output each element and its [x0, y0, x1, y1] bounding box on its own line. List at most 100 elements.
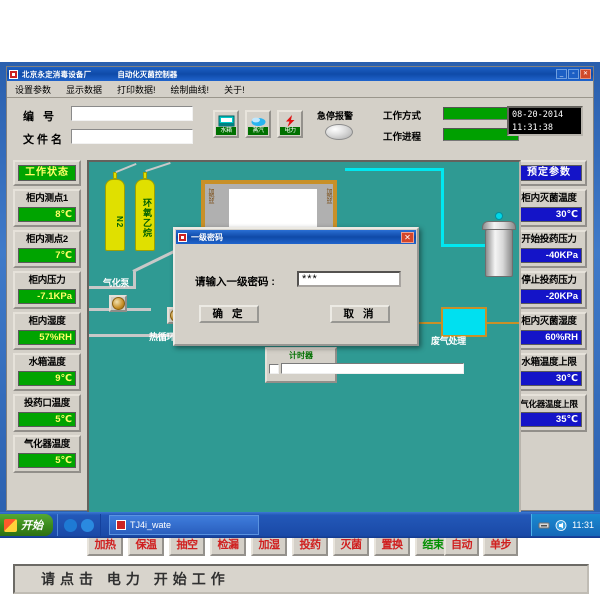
window-title-factory: 北京永定消毒设备厂: [22, 69, 92, 79]
emergency-stop-label: 急停报警: [317, 111, 354, 121]
window-title-app: 自动化灭菌控制器: [117, 69, 178, 79]
gauge-water-tank-temp: 水箱温度 9℃: [13, 353, 81, 391]
preset-label: 水箱温度上限: [521, 357, 577, 368]
timer-checkbox[interactable]: [269, 363, 279, 374]
taskbar-window-label: TJ4i_wate: [130, 520, 172, 530]
eo-cylinder-neck: [143, 172, 147, 179]
menu-item-draw-curve[interactable]: 绘制曲线!: [167, 82, 221, 97]
preset-panel-header: 预定参数: [511, 160, 587, 186]
gauge-chamber-point1: 柜内测点1 8℃: [13, 189, 81, 227]
preset-dosing-start-pressure: 开始投药压力 -40KPa: [511, 230, 587, 268]
main-application-window: 北京永定消毒设备厂 自动化灭菌控制器 _ ▫ ✕ 设置参数 显示数据 打印数据!…: [6, 66, 594, 594]
explorer-icon[interactable]: [81, 518, 94, 532]
cyan-pipe-vertical: [441, 168, 444, 246]
gauge-chamber-humidity: 柜内湿度 57%RH: [13, 312, 81, 350]
dialog-ok-button[interactable]: 确 定: [199, 305, 259, 323]
exhaust-treatment-unit: [441, 307, 487, 337]
taskbar-window-button[interactable]: TJ4i_wate: [109, 515, 259, 535]
tray-clock[interactable]: 11:31: [572, 520, 594, 530]
minimize-button[interactable]: _: [556, 69, 567, 79]
preset-dosing-stop-pressure: 停止投药压力 -20KPa: [511, 271, 587, 309]
menu-item-about[interactable]: 关于!: [220, 82, 256, 97]
vaporizer-pump-label: 气化泵: [103, 278, 130, 288]
window-titlebar[interactable]: 北京永定消毒设备厂 自动化灭菌控制器 _ ▫ ✕: [7, 67, 593, 81]
window-controls: _ ▫ ✕: [556, 69, 591, 79]
password-input[interactable]: ***: [297, 271, 401, 287]
password-prompt-label: 请输入一级密码 :: [195, 276, 275, 288]
gauge-chamber-point2: 柜内测点2 7℃: [13, 230, 81, 268]
desktop: 北京永定消毒设备厂 自动化灭菌控制器 _ ▫ ✕ 设置参数 显示数据 打印数据!…: [0, 0, 600, 600]
gauge-label: 投药口温度: [23, 398, 70, 409]
preset-value: -20KPa: [516, 289, 582, 304]
work-progress-label: 工作进程: [383, 132, 422, 143]
browser-icon[interactable]: [64, 518, 77, 532]
number-input[interactable]: [71, 106, 193, 121]
menu-item-print-data[interactable]: 打印数据!: [113, 82, 167, 97]
cyan-pipe-horizontal: [441, 244, 485, 247]
dialog-titlebar[interactable]: 一级密码 ✕: [176, 230, 416, 244]
preset-value: 60%RH: [516, 330, 582, 345]
n2-pipe: [115, 162, 137, 174]
n2-cylinder-neck: [113, 172, 117, 179]
timer-label: 计时器: [289, 351, 313, 360]
gauge-value: -7.1KPa: [18, 289, 76, 304]
boiler-valve-knob[interactable]: [495, 212, 503, 220]
gauge-label: 柜内测点1: [26, 193, 68, 204]
preset-sterilize-humidity: 柜内灭菌湿度 60%RH: [511, 312, 587, 350]
timer-widget: 计时器: [265, 347, 464, 383]
preset-vaporizer-temp-limit: 气化器温度上限 35℃: [511, 394, 587, 432]
preset-water-tank-temp-limit: 水箱温度上限 30℃: [511, 353, 587, 391]
menubar: 设置参数 显示数据 打印数据! 绘制曲线! 关于!: [7, 81, 593, 98]
preset-label: 气化器温度上限: [520, 399, 578, 409]
start-button-label: 开始: [21, 520, 43, 532]
dialog-close-button[interactable]: ✕: [401, 231, 414, 243]
date-text: 08-20-2014: [512, 110, 564, 120]
work-mode-label: 工作方式: [383, 111, 422, 122]
gauge-value: 5℃: [18, 412, 76, 427]
close-button[interactable]: ✕: [580, 69, 591, 79]
dialog-cancel-button[interactable]: 取 消: [330, 305, 390, 323]
gauge-label: 柜内湿度: [28, 316, 66, 327]
exhaust-treatment-label: 废气处理: [431, 336, 466, 346]
power-icon: [282, 114, 299, 127]
start-button[interactable]: 开始: [0, 514, 53, 536]
power-caption: 电力: [280, 126, 300, 135]
timer-input[interactable]: [281, 363, 464, 374]
preset-label: 柜内灭菌湿度: [521, 316, 577, 327]
gauge-label: 水箱温度: [28, 357, 66, 368]
pipe-riser-1: [133, 272, 136, 289]
menu-item-show-data[interactable]: 显示数据: [62, 82, 113, 97]
password-dialog: 一级密码 ✕ 请输入一级密码 : *** 确 定 取 消: [173, 227, 419, 346]
steam-caption: 蒸汽: [248, 126, 268, 135]
system-tray: 11:31: [531, 514, 600, 536]
boiler-tank: [485, 229, 513, 277]
pipe-diag-1: [132, 249, 176, 273]
vaporizer-pump[interactable]: [109, 295, 127, 312]
status-bar: 请点击 电力 开始工作: [13, 564, 589, 594]
datetime-display: 08-20-2014 11:31:38: [507, 106, 583, 136]
volume-icon[interactable]: [555, 519, 567, 531]
steam-button[interactable]: 蒸汽: [245, 110, 271, 138]
status-bar-text: 请点击 电力 开始工作: [41, 571, 230, 587]
gauge-vaporizer-temp: 气化器温度 5℃: [13, 435, 81, 473]
gauge-dosing-port-temp: 投药口温度 5℃: [13, 394, 81, 432]
preset-params-panel: 预定参数 柜内灭菌温度 30℃ 开始投药压力 -40KPa 停止投药压力 -20…: [511, 160, 587, 435]
gauge-value: 5℃: [18, 453, 76, 468]
chamber-right-heater-label: 加热丝: [325, 188, 331, 203]
chamber-left-heater-label: 加热丝: [207, 188, 213, 203]
menu-item-set-params[interactable]: 设置参数: [11, 82, 62, 97]
maximize-button[interactable]: ▫: [568, 69, 579, 79]
gauge-value: 7℃: [18, 248, 76, 263]
top-input-row: 编 号 文件名 水箱 蒸汽 电力 急停报警 工作方式 工作进程 08-20-20…: [15, 104, 587, 152]
timer-row: [269, 363, 464, 374]
gold-pipe-exhaust-out: [487, 322, 519, 324]
power-button[interactable]: 电力: [277, 110, 303, 138]
preset-value: 30℃: [516, 371, 582, 386]
steam-icon: [250, 114, 267, 126]
emergency-stop-lamp[interactable]: [325, 124, 353, 140]
taskbar-app-icon: [116, 520, 126, 530]
network-icon[interactable]: [538, 520, 550, 531]
water-tank-button[interactable]: 水箱: [213, 110, 239, 138]
filename-input[interactable]: [71, 129, 193, 144]
preset-value: 30℃: [516, 207, 582, 222]
